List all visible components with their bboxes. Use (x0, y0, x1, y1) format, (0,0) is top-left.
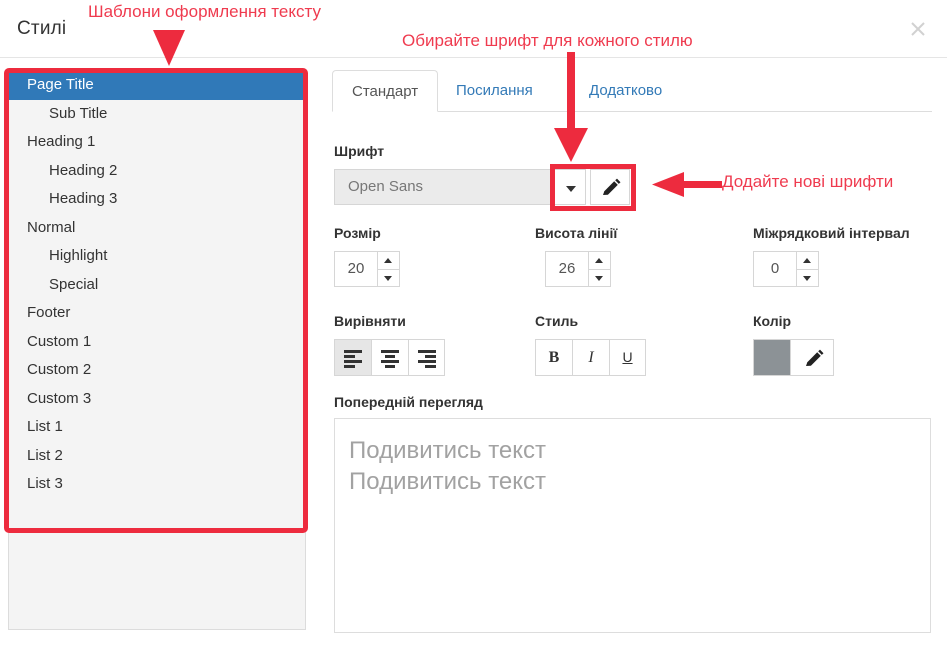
list-item[interactable]: Special (9, 271, 305, 300)
pencil-icon (806, 349, 824, 366)
font-dropdown-button[interactable] (554, 169, 586, 205)
list-item[interactable]: Normal (9, 214, 305, 243)
align-right-button[interactable] (408, 339, 445, 376)
list-item[interactable]: Footer (9, 299, 305, 328)
list-item[interactable]: List 3 (9, 470, 305, 499)
pencil-icon (603, 178, 621, 195)
color-swatch[interactable] (753, 339, 790, 376)
list-item[interactable]: Custom 1 (9, 328, 305, 357)
list-item[interactable]: List 2 (9, 442, 305, 471)
preview-line-1: Подивитись текст (349, 437, 547, 464)
size-decrement-button[interactable] (378, 270, 399, 287)
tab-extra[interactable]: Додатково (570, 70, 681, 112)
list-item[interactable]: Heading 3 (9, 185, 305, 214)
color-label: Колір (753, 313, 792, 329)
line-spacing-decrement-button[interactable] (797, 270, 818, 287)
size-stepper-arrows[interactable] (378, 251, 400, 287)
line-spacing-label: Міжрядковий інтервал (753, 225, 910, 241)
italic-button[interactable]: I (572, 339, 609, 376)
preview-label: Попередній перегляд (334, 394, 483, 410)
size-input[interactable]: 20 (334, 251, 378, 287)
list-item[interactable]: Heading 1 (9, 128, 305, 157)
align-left-button[interactable] (334, 339, 371, 376)
tab-standard[interactable]: Стандарт (332, 70, 439, 112)
styles-list[interactable]: Page Title Sub Title Heading 1 Heading 2… (8, 70, 306, 630)
tab-links[interactable]: Посилання (437, 70, 552, 112)
list-item[interactable]: Page Title (9, 71, 305, 100)
font-edit-button[interactable] (590, 169, 630, 205)
align-center-icon (381, 350, 399, 370)
line-height-stepper-arrows[interactable] (589, 251, 611, 287)
italic-icon: I (588, 349, 594, 366)
list-item[interactable]: Heading 2 (9, 157, 305, 186)
align-label: Вирівняти (334, 313, 406, 329)
bold-button[interactable]: B (535, 339, 572, 376)
line-spacing-input[interactable]: 0 (753, 251, 797, 287)
chevron-down-icon (566, 186, 576, 192)
annotation-arrow-left-add-fonts (652, 172, 722, 197)
list-item[interactable]: Highlight (9, 242, 305, 271)
preview-area[interactable]: Подивитись текст Подивитись текст (334, 418, 931, 633)
dialog-header: Стилі (0, 0, 947, 58)
list-item[interactable]: Custom 2 (9, 356, 305, 385)
font-label: Шрифт (334, 143, 385, 159)
align-right-icon (418, 350, 436, 370)
underline-button[interactable]: U (609, 339, 646, 376)
font-input[interactable]: Open Sans (334, 169, 586, 205)
line-height-decrement-button[interactable] (589, 270, 610, 287)
tab-bar: Стандарт Посилання Додатково (332, 70, 932, 112)
align-left-icon (344, 350, 362, 370)
bold-icon: B (548, 349, 560, 366)
list-item[interactable]: Sub Title (9, 100, 305, 129)
color-edit-button[interactable] (790, 339, 834, 376)
settings-pane: Стандарт Посилання Додатково Шрифт Open … (332, 70, 932, 633)
align-center-button[interactable] (371, 339, 408, 376)
color-control-group (753, 339, 834, 376)
style-button-group: B I U (535, 339, 646, 376)
line-height-increment-button[interactable] (589, 252, 610, 270)
size-label: Розмір (334, 225, 381, 241)
close-icon[interactable] (903, 14, 933, 44)
line-spacing-stepper-arrows[interactable] (797, 251, 819, 287)
list-item[interactable]: Custom 3 (9, 385, 305, 414)
preview-line-2: Подивитись текст (349, 468, 547, 495)
line-height-input[interactable]: 26 (545, 251, 589, 287)
align-button-group (334, 339, 445, 376)
size-increment-button[interactable] (378, 252, 399, 270)
style-label: Стиль (535, 313, 579, 329)
page-title: Стилі (17, 18, 67, 39)
line-spacing-increment-button[interactable] (797, 252, 818, 270)
annotation-add-fonts-text: Додайте нові шрифти (722, 172, 894, 191)
underline-icon: U (622, 349, 633, 365)
list-item[interactable]: List 1 (9, 413, 305, 442)
line-height-label: Висота лінії (535, 225, 618, 241)
